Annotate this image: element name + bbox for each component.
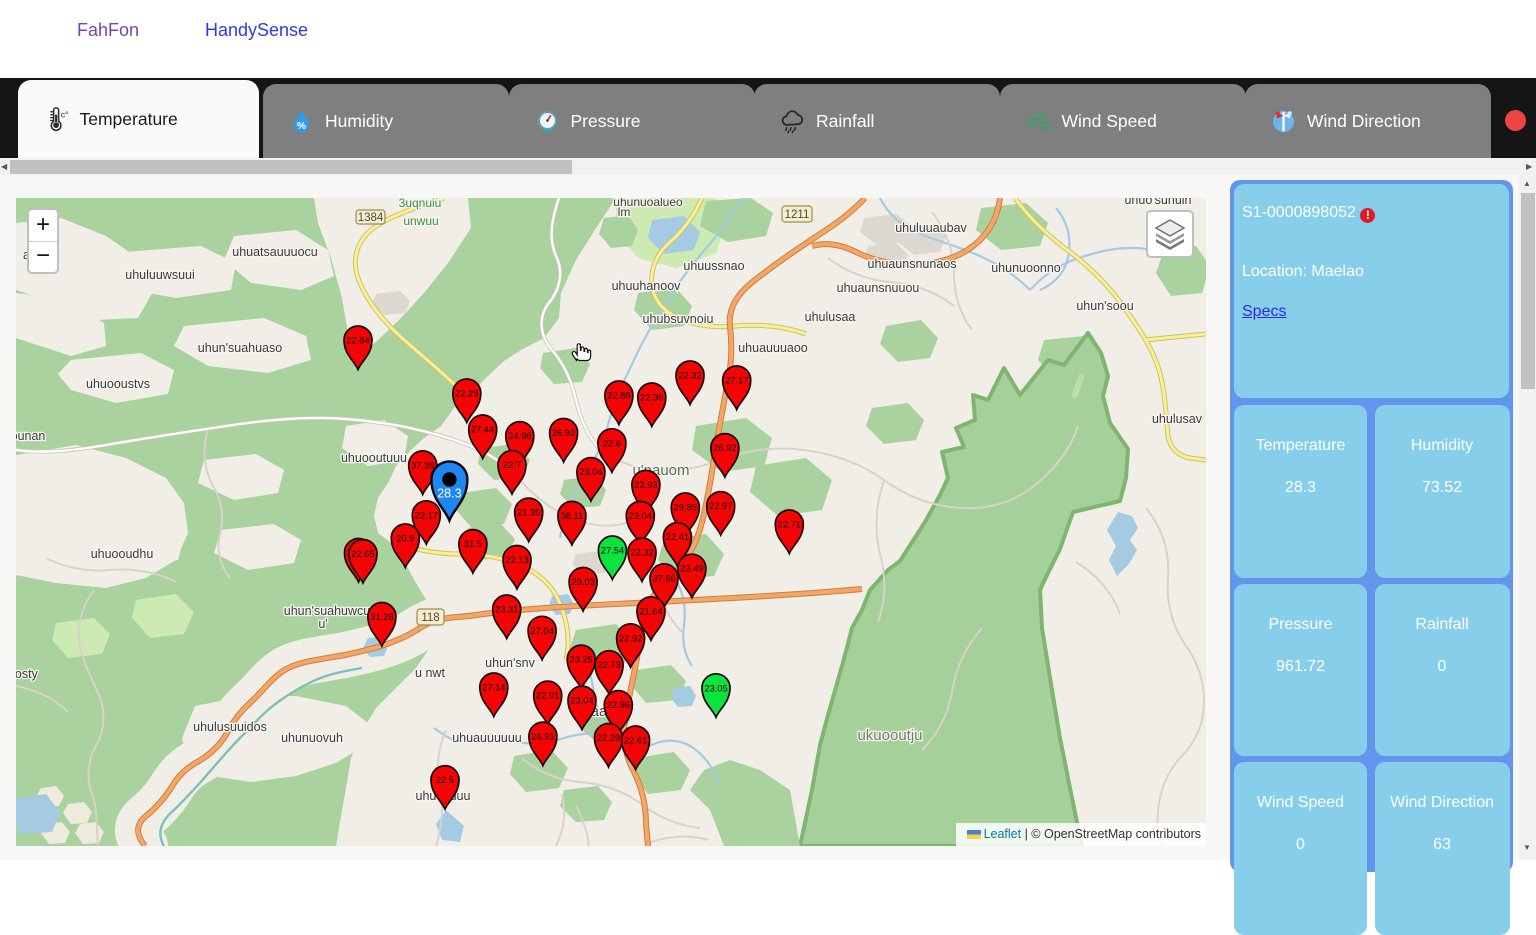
svg-text:uhuo'sunuin: uhuo'sunuin (1124, 198, 1191, 207)
svg-text:26.91: 26.91 (531, 732, 554, 742)
svg-text:31.5: 31.5 (464, 539, 482, 549)
svg-text:22.5: 22.5 (436, 775, 454, 785)
svg-text:1384: 1384 (358, 212, 384, 224)
svg-text:unwuu: unwuu (403, 214, 438, 228)
svg-text:22.96: 22.96 (607, 700, 630, 710)
svg-text:26.92: 26.92 (552, 428, 575, 438)
svg-text:uhubsuvnoiu: uhubsuvnoiu (643, 312, 714, 326)
svg-text:22.01: 22.01 (536, 691, 559, 701)
svg-text:29.03: 29.03 (571, 577, 594, 587)
svg-text:23.31: 23.31 (495, 605, 518, 615)
svg-text:23.04: 23.04 (579, 467, 602, 477)
svg-text:22.32: 22.32 (630, 548, 653, 558)
svg-text:uhun'snv: uhun'snv (485, 656, 535, 670)
svg-text:u': u' (318, 617, 327, 631)
svg-text:37.39: 37.39 (411, 460, 434, 470)
svg-text:27.04: 27.04 (530, 626, 553, 636)
svg-text:uhuluuwsuui: uhuluuwsuui (125, 268, 195, 282)
svg-text:23.49: 23.49 (680, 564, 703, 574)
svg-text:%: % (297, 120, 307, 132)
svg-text:uhuooustvs: uhuooustvs (86, 377, 150, 391)
svg-text:uhun'suahuaso: uhun'suahuaso (198, 341, 282, 355)
svg-text:23.04: 23.04 (629, 511, 652, 521)
svg-text:22.65: 22.65 (351, 549, 374, 559)
svg-text:uhuaunsnunaos: uhuaunsnunaos (868, 257, 957, 271)
svg-text:21.64: 21.64 (639, 606, 662, 616)
svg-text:27.17: 27.17 (725, 376, 748, 386)
svg-text:23.25: 23.25 (570, 655, 593, 665)
svg-text:22.36: 22.36 (640, 393, 663, 403)
svg-text:1211: 1211 (785, 209, 810, 221)
svg-text:uhuauuuuuu: uhuauuuuuu (452, 731, 522, 745)
svg-text:22.61: 22.61 (624, 736, 647, 746)
svg-text:uhulusav: uhulusav (1152, 412, 1203, 426)
svg-text:uhunuovuh: uhunuovuh (281, 731, 343, 745)
svg-text:22.7: 22.7 (503, 460, 521, 470)
svg-text:22.6: 22.6 (603, 438, 621, 448)
svg-text:37.66: 37.66 (652, 573, 675, 583)
svg-text:23.05: 23.05 (704, 683, 727, 693)
svg-text:24.96: 24.96 (508, 431, 531, 441)
svg-text:iuuosty: iuuosty (16, 667, 39, 681)
svg-text:22.32: 22.32 (678, 371, 701, 381)
svg-text:22.71: 22.71 (778, 520, 801, 530)
svg-text:22.97: 22.97 (709, 501, 732, 511)
svg-text:3uqnuiu: 3uqnuiu (399, 198, 442, 210)
svg-text:uhunuoonno: uhunuoonno (991, 261, 1061, 275)
svg-text:22.13: 22.13 (505, 555, 528, 565)
svg-text:lm: lm (618, 205, 631, 219)
svg-text:27.44: 27.44 (471, 425, 494, 435)
svg-text:22.29: 22.29 (455, 389, 478, 399)
svg-text:27.14: 27.14 (482, 683, 505, 693)
svg-text:uhuauuuaoo: uhuauuuaoo (738, 341, 808, 355)
svg-text:uhuussnao: uhuussnao (683, 259, 744, 273)
svg-text:22.29: 22.29 (597, 733, 620, 743)
svg-text:31.28: 31.28 (370, 612, 393, 622)
svg-text:uhuatsauuuocu: uhuatsauuuocu (232, 245, 318, 259)
svg-text:26.92: 26.92 (713, 443, 736, 453)
svg-text:22.92: 22.92 (619, 633, 642, 643)
svg-text:22.73: 22.73 (597, 660, 620, 670)
svg-text:22.41: 22.41 (666, 532, 689, 542)
svg-text:22.17: 22.17 (415, 510, 438, 520)
svg-text:23.04: 23.04 (570, 696, 593, 706)
svg-text:uhuuhanoov: uhuuhanoov (612, 279, 682, 293)
svg-text:uhulusuuidos: uhulusuuidos (193, 720, 267, 734)
svg-text:22.93: 22.93 (634, 480, 657, 490)
svg-text:uhun'suahuwcu: uhun'suahuwcu (284, 604, 371, 618)
svg-text:uhuluuaubav: uhuluuaubav (895, 221, 967, 235)
svg-text:ukuooutju: ukuooutju (857, 727, 922, 744)
svg-text:38.11: 38.11 (561, 511, 584, 521)
svg-text:118: 118 (421, 612, 439, 624)
svg-text:22.86: 22.86 (607, 391, 630, 401)
svg-text:u nwt: u nwt (415, 666, 445, 680)
svg-text:uhuooutuuu: uhuooutuuu (341, 451, 407, 465)
svg-text:27.54: 27.54 (601, 546, 624, 556)
svg-text:c°: c° (60, 109, 68, 119)
svg-text:20.9: 20.9 (396, 534, 414, 544)
svg-text:21.35: 21.35 (517, 508, 540, 518)
svg-text:uhulusaa: uhulusaa (805, 310, 856, 324)
svg-text:uhun'soou: uhun'soou (1076, 299, 1133, 313)
svg-text:28.3: 28.3 (437, 487, 461, 501)
svg-text:ounan: ounan (16, 429, 45, 443)
svg-text:uhuaunsnuuou: uhuaunsnuuou (837, 281, 920, 295)
svg-text:22.84: 22.84 (346, 336, 369, 346)
svg-text:29.85: 29.85 (674, 503, 697, 513)
svg-text:uhuooudhu: uhuooudhu (91, 547, 154, 561)
